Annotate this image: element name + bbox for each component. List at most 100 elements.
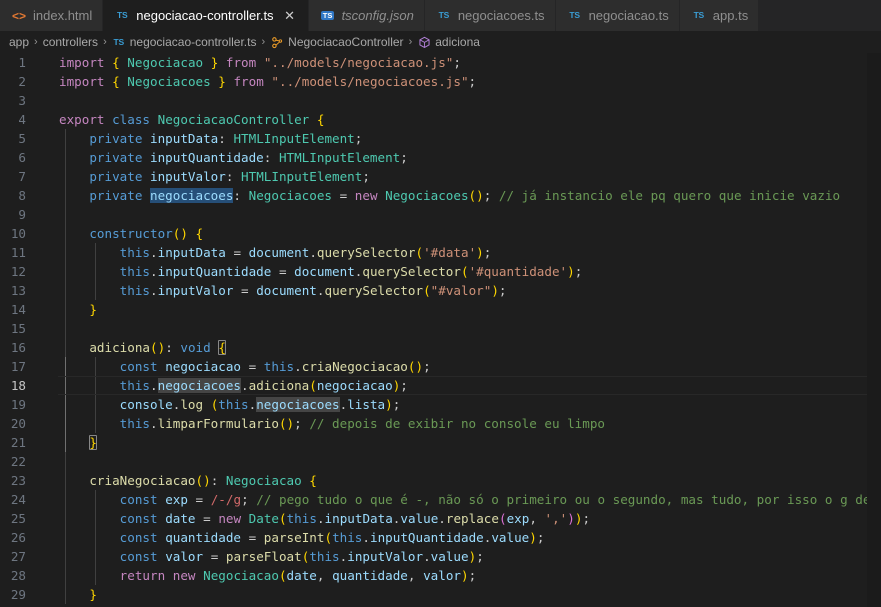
code-tokens: const negociacao = this.criaNegociacao()… [119,359,431,374]
breadcrumb-item-app[interactable]: app [9,36,29,48]
editor-tab-negociacao-ts[interactable]: TS negociacao.ts [555,0,680,31]
code-line[interactable]: 3 [0,91,881,110]
line-content: } [58,300,881,319]
editor-tab-negociacoes-ts[interactable]: TS negociacoes.ts [424,0,556,31]
line-number: 14 [10,302,26,317]
code-line[interactable]: 7 private inputValor: HTMLInputElement; [0,167,881,186]
line-number: 1 [18,55,26,70]
code-tokens: export class NegociacaoController { [59,112,325,127]
line-number: 18 [10,378,26,393]
breadcrumb: app › controllers › TS negociacao-contro… [0,31,881,53]
breadcrumb-item-controllers[interactable]: controllers [43,36,98,48]
code-line[interactable]: 1 import { Negociacao } from "../models/… [0,53,881,72]
line-number: 28 [10,568,26,583]
editor-tab-app-ts[interactable]: TS app.ts [679,0,760,31]
editor-tab-index-html[interactable]: <> index.html [0,0,104,31]
line-content: adiciona(): void { [58,338,881,357]
line-number: 20 [10,416,26,431]
code-tokens: const exp = /-/g; // pego tudo o que é -… [119,492,871,507]
code-line[interactable]: 25 const date = new Date(this.inputData.… [0,509,881,528]
code-line[interactable]: 4 export class NegociacaoController { [0,110,881,129]
code-tokens: adiciona(): void { [89,340,226,355]
line-content: export class NegociacaoController { [58,110,881,129]
editor-tab-label: negociacao-controller.ts [136,8,274,23]
code-line[interactable]: 27 const valor = parseFloat(this.inputVa… [0,547,881,566]
code-line[interactable]: 28 return new Negociacao(date, quantidad… [0,566,881,585]
code-line[interactable]: 24 const exp = /-/g; // pego tudo o que … [0,490,881,509]
code-tokens: const valor = parseFloat(this.inputValor… [119,549,484,564]
code-line[interactable]: 26 const quantidade = parseInt(this.inpu… [0,528,881,547]
line-number: 5 [18,131,26,146]
code-line[interactable]: 19 console.log (this.negociacoes.lista); [0,395,881,414]
selected-word-highlight: negociacoes [150,188,234,203]
typescript-config-icon: TS [321,10,334,21]
code-line[interactable]: 8 private negociacoes: Negociacoes = new… [0,186,881,205]
code-line[interactable]: 11 this.inputData = document.querySelect… [0,243,881,262]
code-tokens: this.inputQuantidade = document.querySel… [119,264,583,279]
code-line[interactable]: 17 const negociacao = this.criaNegociaca… [0,357,881,376]
line-content [58,319,881,338]
breadcrumb-item-method[interactable]: adiciona [417,35,480,49]
line-content: private inputValor: HTMLInputElement; [58,167,881,186]
code-line-active[interactable]: 18 this.negociacoes.adiciona(negociacao)… [0,376,881,395]
code-line[interactable]: 13 this.inputValor = document.querySelec… [0,281,881,300]
code-line[interactable]: 21 } [0,433,881,452]
typescript-icon: TS [117,10,128,21]
line-content: private negociacoes: Negociacoes = new N… [58,186,881,205]
breadcrumb-label: negociacao-controller.ts [129,35,257,49]
editor-tab-label: tsconfig.json [341,8,414,23]
line-content: this.limparFormulario(); // depois de ex… [58,414,881,433]
breadcrumb-item-file[interactable]: TS negociacao-controller.ts [112,35,257,49]
code-tokens: this.negociacoes.adiciona(negociacao); [119,378,408,393]
vertical-scrollbar[interactable] [867,53,881,607]
code-lines: 1 import { Negociacao } from "../models/… [0,53,881,604]
code-line[interactable]: 6 private inputQuantidade: HTMLInputElem… [0,148,881,167]
code-tokens: constructor() { [89,226,204,241]
close-icon[interactable]: ✕ [282,8,298,24]
line-content: return new Negociacao(date, quantidade, … [58,566,881,585]
breadcrumb-label: app [9,35,30,49]
breadcrumb-separator-icon: › [34,36,38,48]
typescript-icon: TS [569,10,580,21]
breadcrumb-item-class[interactable]: NegociacaoController [270,35,404,49]
typescript-icon: TS [693,10,705,21]
editor-tab-label: app.ts [712,8,749,23]
line-content [58,205,881,224]
code-tokens: console.log (this.negociacoes.lista); [119,397,401,412]
line-content: } [58,585,881,604]
code-line[interactable]: 9 [0,205,881,224]
line-number: 15 [10,321,26,336]
code-line[interactable]: 12 this.inputQuantidade = document.query… [0,262,881,281]
code-line[interactable]: 5 private inputData: HTMLInputElement; [0,129,881,148]
code-line[interactable]: 10 constructor() { [0,224,881,243]
code-line[interactable]: 14 } [0,300,881,319]
code-editor[interactable]: 1 import { Negociacao } from "../models/… [0,53,881,607]
code-tokens: this.limparFormulario(); // depois de ex… [119,416,606,431]
editor-tab-tsconfig-json[interactable]: TS tsconfig.json [308,0,425,31]
line-number: 6 [18,150,26,165]
code-line[interactable]: 29 } [0,585,881,604]
code-line[interactable]: 16 adiciona(): void { [0,338,881,357]
code-tokens: private inputValor: HTMLInputElement; [89,169,370,184]
editor-tab-negociacao-controller-ts[interactable]: TS negociacao-controller.ts ✕ [103,0,309,31]
symbol-method-icon [417,35,431,49]
code-line[interactable]: 2 import { Negociacoes } from "../models… [0,72,881,91]
line-number: 7 [18,169,26,184]
line-content: import { Negociacoes } from "../models/n… [58,72,881,91]
code-tokens: import { Negociacao } from "../models/ne… [59,55,461,70]
line-number: 17 [10,359,26,374]
line-number: 11 [10,245,26,260]
line-content: const quantidade = parseInt(this.inputQu… [58,528,881,547]
editor-tab-bar: <> index.html TS negociacao-controller.t… [0,0,881,31]
breadcrumb-separator-icon: › [261,36,266,48]
code-line[interactable]: 23 criaNegociacao(): Negociacao { [0,471,881,490]
code-line[interactable]: 15 [0,319,881,338]
code-line[interactable]: 20 this.limparFormulario(); // depois de… [0,414,881,433]
line-number: 22 [10,454,26,469]
bracket-match-highlight: } [89,435,97,450]
word-occurrence-highlight: negociacoes [157,378,242,393]
line-content: const negociacao = this.criaNegociacao()… [58,357,881,376]
code-line[interactable]: 22 [0,452,881,471]
code-tokens: } [89,302,97,317]
line-number: 4 [18,112,26,127]
